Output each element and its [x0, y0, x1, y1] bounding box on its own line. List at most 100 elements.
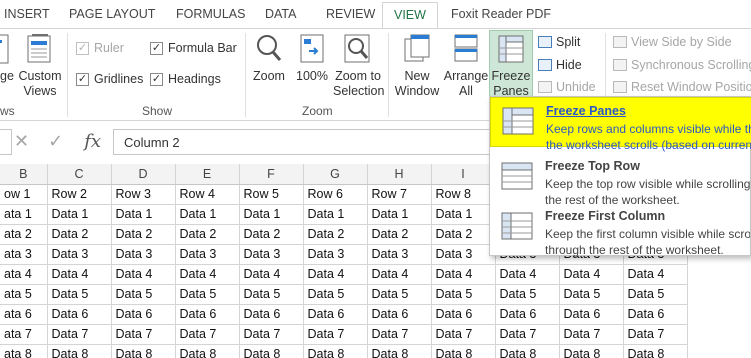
cell[interactable]: Data 7: [303, 324, 368, 345]
ruler-checkbox[interactable]: ✓ Ruler: [76, 41, 124, 55]
cell[interactable]: Row 5: [239, 184, 304, 205]
cell[interactable]: Data 3: [175, 244, 240, 265]
custom-views-button[interactable]: Custom Views: [16, 31, 64, 99]
cell[interactable]: Data 6: [239, 304, 304, 325]
column-header[interactable]: G: [303, 164, 368, 185]
cell[interactable]: Data 5: [111, 284, 176, 305]
freeze-top-row-menu-item[interactable]: Freeze Top Row Keep the top row visible …: [490, 153, 751, 207]
page-layout-view-button[interactable]: ge: [0, 31, 14, 84]
gridlines-checkbox[interactable]: ✓ Gridlines: [76, 72, 143, 86]
cell[interactable]: Data 4: [431, 264, 496, 285]
arrange-all-button[interactable]: Arrange All: [443, 31, 489, 99]
split-button[interactable]: Split: [538, 35, 580, 49]
zoom-button[interactable]: Zoom: [250, 31, 288, 84]
cell[interactable]: Data 7: [367, 324, 432, 345]
cell[interactable]: ata 7: [0, 324, 48, 345]
cell[interactable]: Data 4: [495, 264, 560, 285]
reset-window-position-button[interactable]: Reset Window Position: [613, 80, 751, 94]
column-header[interactable]: H: [367, 164, 432, 185]
cell[interactable]: Data 1: [239, 204, 304, 225]
insert-function-icon[interactable]: fx: [84, 131, 101, 152]
cell[interactable]: Data 4: [111, 264, 176, 285]
cell[interactable]: Data 8: [623, 344, 688, 358]
new-window-button[interactable]: New Window: [393, 31, 441, 99]
cell[interactable]: Data 5: [495, 284, 560, 305]
cell[interactable]: Data 7: [239, 324, 304, 345]
cell[interactable]: Data 6: [623, 304, 688, 325]
cell[interactable]: ata 2: [0, 224, 48, 245]
tab-page-layout[interactable]: PAGE LAYOUT: [69, 7, 155, 21]
cell[interactable]: Data 1: [111, 204, 176, 225]
tab-insert[interactable]: INSERT: [4, 7, 50, 21]
enter-icon[interactable]: ✓: [48, 131, 63, 151]
cell[interactable]: ata 4: [0, 264, 48, 285]
cell[interactable]: Data 7: [175, 324, 240, 345]
cell[interactable]: Data 6: [175, 304, 240, 325]
cell[interactable]: Data 2: [303, 224, 368, 245]
cell[interactable]: Data 8: [367, 344, 432, 358]
column-header[interactable]: E: [175, 164, 240, 185]
column-header[interactable]: B: [0, 164, 48, 185]
tab-formulas[interactable]: FORMULAS: [176, 7, 245, 21]
cell[interactable]: ata 1: [0, 204, 48, 225]
cell[interactable]: Data 1: [47, 204, 112, 225]
view-side-by-side-button[interactable]: View Side by Side: [613, 35, 732, 49]
cell[interactable]: Data 5: [239, 284, 304, 305]
cell[interactable]: Data 3: [367, 244, 432, 265]
cell[interactable]: Data 3: [239, 244, 304, 265]
cell[interactable]: Data 8: [111, 344, 176, 358]
zoom-to-selection-button[interactable]: Zoom to Selection: [333, 31, 384, 99]
cell[interactable]: Data 2: [367, 224, 432, 245]
cell[interactable]: Data 7: [47, 324, 112, 345]
cell[interactable]: Data 1: [367, 204, 432, 225]
cell[interactable]: Data 8: [559, 344, 624, 358]
unhide-button[interactable]: Unhide: [538, 80, 596, 94]
cell[interactable]: Data 5: [175, 284, 240, 305]
cell[interactable]: Row 3: [111, 184, 176, 205]
cell[interactable]: Data 5: [303, 284, 368, 305]
freeze-first-column-menu-item[interactable]: Freeze First Column Keep the first colum…: [490, 203, 751, 257]
cell[interactable]: Row 8: [431, 184, 496, 205]
cell[interactable]: Data 8: [431, 344, 496, 358]
cell[interactable]: Data 3: [47, 244, 112, 265]
cell[interactable]: Data 8: [175, 344, 240, 358]
cell[interactable]: Data 6: [495, 304, 560, 325]
column-header[interactable]: D: [111, 164, 176, 185]
synchronous-scrolling-button[interactable]: Synchronous Scrolling: [613, 58, 751, 72]
cell[interactable]: Data 6: [559, 304, 624, 325]
cell[interactable]: Data 3: [111, 244, 176, 265]
cell[interactable]: Data 2: [239, 224, 304, 245]
hide-button[interactable]: Hide: [538, 58, 582, 72]
cell[interactable]: Data 8: [303, 344, 368, 358]
cell[interactable]: Data 5: [559, 284, 624, 305]
cell[interactable]: Data 4: [239, 264, 304, 285]
cell[interactable]: Data 3: [431, 244, 496, 265]
cell[interactable]: Row 4: [175, 184, 240, 205]
zoom-100-button[interactable]: 100%: [294, 31, 330, 84]
cell[interactable]: Data 7: [559, 324, 624, 345]
cell[interactable]: Data 5: [47, 284, 112, 305]
cell[interactable]: Data 8: [495, 344, 560, 358]
cell[interactable]: Data 7: [495, 324, 560, 345]
cell[interactable]: ata 3: [0, 244, 48, 265]
cell[interactable]: Data 4: [559, 264, 624, 285]
cell[interactable]: Row 7: [367, 184, 432, 205]
cell[interactable]: Data 4: [303, 264, 368, 285]
cell[interactable]: Data 5: [431, 284, 496, 305]
cell[interactable]: Data 3: [303, 244, 368, 265]
cell[interactable]: Data 2: [431, 224, 496, 245]
cancel-icon[interactable]: ✕: [14, 131, 29, 151]
cell[interactable]: ata 5: [0, 284, 48, 305]
cell[interactable]: Row 2: [47, 184, 112, 205]
name-box[interactable]: [0, 129, 12, 155]
cell[interactable]: Data 6: [367, 304, 432, 325]
cell[interactable]: ata 6: [0, 304, 48, 325]
cell[interactable]: Data 6: [431, 304, 496, 325]
cell[interactable]: Row 6: [303, 184, 368, 205]
cell[interactable]: Data 6: [47, 304, 112, 325]
cell[interactable]: Data 1: [175, 204, 240, 225]
cell[interactable]: Data 1: [431, 204, 496, 225]
tab-review[interactable]: REVIEW: [326, 7, 375, 21]
cell[interactable]: Data 2: [47, 224, 112, 245]
headings-checkbox[interactable]: ✓ Headings: [150, 72, 221, 86]
